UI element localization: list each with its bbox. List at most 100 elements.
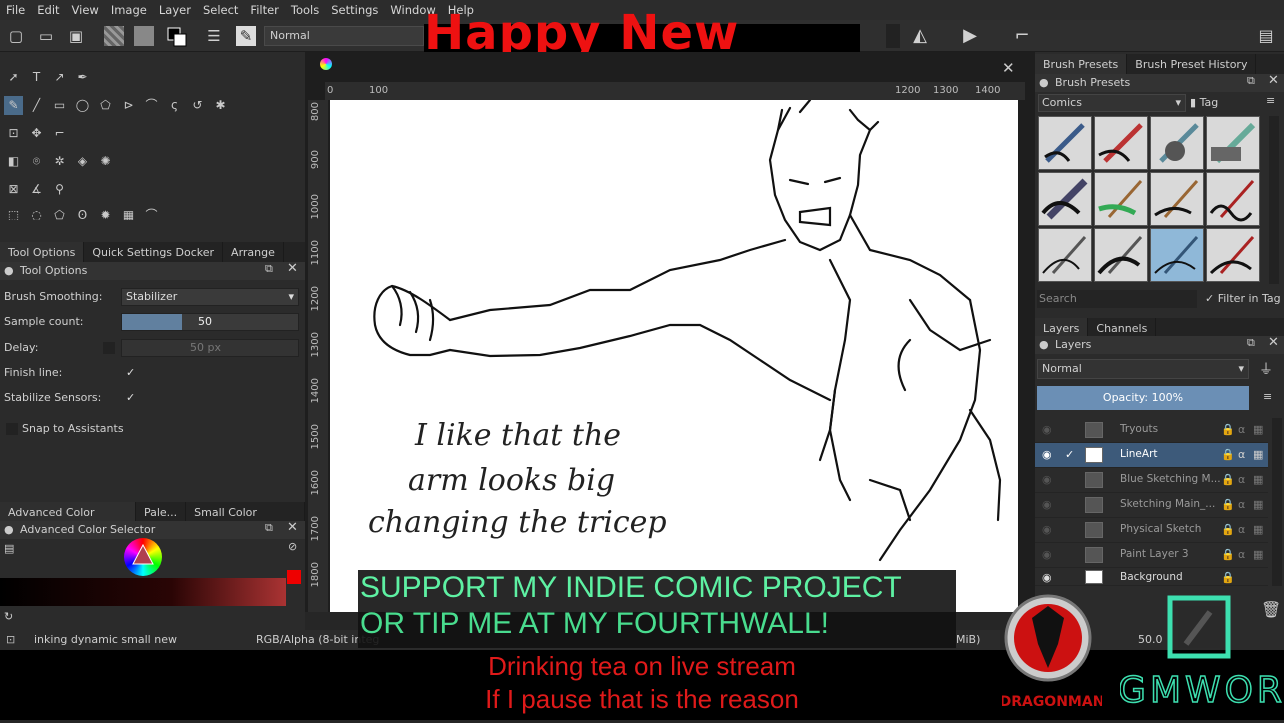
tab-advanced-color[interactable]: Advanced Color Selec... <box>0 502 136 532</box>
brush-search-input[interactable]: Search <box>1037 290 1197 308</box>
filter-icon[interactable]: ⏚ <box>1259 359 1273 379</box>
lock-icon[interactable]: 🔒 <box>1221 523 1235 536</box>
color-gradient-bar[interactable] <box>0 578 286 606</box>
poly-select-tool[interactable]: ⬠ <box>50 206 69 220</box>
sample-count-slider[interactable]: 50 <box>121 313 299 331</box>
toolbar-scroll[interactable] <box>886 24 900 48</box>
stabilize-sensors-checkbox[interactable]: ✓ <box>126 392 138 404</box>
finish-line-checkbox[interactable]: ✓ <box>126 367 138 379</box>
menu-settings[interactable]: Settings <box>331 3 378 17</box>
alpha-icon[interactable]: α <box>1238 448 1245 461</box>
color-wheel[interactable] <box>124 538 162 576</box>
outline-select-tool[interactable]: ʘ <box>73 206 92 220</box>
brush-preset-tile-selected[interactable] <box>1150 228 1204 282</box>
text-tool[interactable]: T <box>27 68 46 87</box>
alpha-icon[interactable]: α <box>1238 548 1245 561</box>
bezier-tool[interactable]: ⌒ <box>142 96 161 115</box>
brush-preset-tile[interactable] <box>1094 172 1148 226</box>
tab-brush-history[interactable]: Brush Preset History <box>1127 54 1257 74</box>
inherit-alpha-icon[interactable]: ▦ <box>1253 498 1263 511</box>
inherit-alpha-icon[interactable]: ▦ <box>1253 448 1263 461</box>
brush-preset-tile[interactable] <box>1038 228 1092 282</box>
freehand-brush-tool[interactable]: ✎ <box>4 96 23 115</box>
move-tool[interactable]: ✥ <box>27 124 46 143</box>
menu-file[interactable]: File <box>6 3 25 17</box>
layer-blend-select[interactable]: Normal ▾ <box>1037 359 1249 379</box>
mirror-horizontal-icon[interactable]: ◭ <box>910 26 930 46</box>
measure-tool[interactable]: ∡ <box>27 180 46 199</box>
tag-button[interactable]: ▮ Tag <box>1190 96 1218 109</box>
bezier-select-tool[interactable]: ⌒ <box>142 206 161 220</box>
color-float-icon[interactable]: ⧉ <box>265 521 273 535</box>
brush-preset-icon[interactable]: ✎ <box>236 26 256 46</box>
float-docker-icon[interactable]: ⧉ <box>265 262 273 276</box>
color-picker-tool[interactable]: ⌾ <box>27 152 46 171</box>
tab-arrange[interactable]: Arrange <box>223 242 284 262</box>
brush-presets-menu-icon[interactable]: ≡ <box>1266 94 1275 107</box>
eye-icon[interactable]: ◉ <box>1042 423 1052 436</box>
menu-layer[interactable]: Layer <box>159 3 191 17</box>
brush-smoothing-select[interactable]: Stabilizer ▾ <box>121 288 299 306</box>
brush-preset-tile[interactable] <box>1150 172 1204 226</box>
brush-preset-tile[interactable] <box>1206 228 1260 282</box>
polygon-tool[interactable]: ⬠ <box>96 96 115 115</box>
document-tab-icon[interactable] <box>320 58 332 70</box>
eye-icon[interactable]: ◉ <box>1042 548 1052 561</box>
gradient-tool[interactable]: ◧ <box>4 152 23 171</box>
lock-icon[interactable]: 🔒 <box>1221 498 1235 511</box>
layers-float-icon[interactable]: ⧉ <box>1247 336 1255 350</box>
close-docker-icon[interactable]: ✕ <box>287 261 298 276</box>
layer-opacity-slider[interactable]: Opacity: 100% <box>1037 386 1249 410</box>
brush-preset-tile[interactable] <box>1150 116 1204 170</box>
brush-preset-tile[interactable] <box>1206 116 1260 170</box>
brush-presets-scrollbar[interactable] <box>1269 116 1279 284</box>
tab-quick-settings[interactable]: Quick Settings Docker <box>84 242 224 262</box>
eye-icon[interactable]: ◉ <box>1042 523 1052 536</box>
brush-presets-close-icon[interactable]: ✕ <box>1268 73 1279 88</box>
layer-row[interactable]: ◉ Blue Sketching M... 🔒 α ▦ <box>1035 468 1268 493</box>
layer-row-active[interactable]: ◉ ✓ LineArt 🔒 α ▦ <box>1035 443 1268 468</box>
lock-icon[interactable]: 🔒 <box>1221 448 1235 461</box>
inherit-alpha-icon[interactable]: ▦ <box>1253 548 1263 561</box>
layer-row[interactable]: ◉ Background 🔒 <box>1035 568 1268 586</box>
reference-tool[interactable]: ⚲ <box>50 180 69 199</box>
tab-palette[interactable]: Pale... <box>136 502 187 522</box>
layers-scrollbar[interactable] <box>1272 418 1282 586</box>
alpha-icon[interactable]: α <box>1238 523 1245 536</box>
fg-bg-color-icon[interactable] <box>166 26 187 47</box>
edit-shapes-tool[interactable]: ↗ <box>50 68 69 87</box>
save-icon[interactable]: ▣ <box>66 26 86 46</box>
filter-in-tag-checkbox[interactable]: ✓ Filter in Tag <box>1205 292 1281 305</box>
options-collapse-icon[interactable]: ● <box>4 264 14 277</box>
snap-assistants-checkbox[interactable] <box>6 423 18 435</box>
color-collapse-icon[interactable]: ● <box>4 523 14 536</box>
eye-icon[interactable]: ◉ <box>1042 498 1052 511</box>
layer-row[interactable]: ◉ Sketching Main_... 🔒 α ▦ <box>1035 493 1268 518</box>
lock-icon[interactable]: 🔒 <box>1221 571 1235 584</box>
tab-tool-options[interactable]: Tool Options <box>0 242 85 262</box>
assistant-tool[interactable]: ⊠ <box>4 180 23 199</box>
inherit-alpha-icon[interactable]: ▦ <box>1253 473 1263 486</box>
alpha-icon[interactable]: α <box>1238 473 1245 486</box>
no-color-icon[interactable]: ⊘ <box>288 540 297 553</box>
menu-select[interactable]: Select <box>203 3 238 17</box>
layers-close-icon[interactable]: ✕ <box>1268 335 1279 350</box>
brush-preset-tile[interactable] <box>1038 116 1092 170</box>
current-color-swatch[interactable] <box>287 570 301 584</box>
menu-edit[interactable]: Edit <box>37 3 59 17</box>
crop-icon[interactable]: ⌐ <box>1012 26 1032 46</box>
layers-menu-icon[interactable]: ≡ <box>1263 390 1272 403</box>
multibrush-tool[interactable]: ✱ <box>211 96 230 115</box>
tab-small-color[interactable]: Small Color Selector <box>186 502 305 532</box>
tab-brush-presets[interactable]: Brush Presets <box>1035 54 1128 74</box>
layer-row[interactable]: ◉ Paint Layer 3 🔒 α ▦ <box>1035 543 1268 568</box>
brush-preset-tile[interactable] <box>1038 172 1092 226</box>
contiguous-select-tool[interactable]: ✹ <box>96 206 115 220</box>
workspace-icon[interactable]: ▤ <box>1256 26 1276 46</box>
alpha-icon[interactable]: α <box>1238 423 1245 436</box>
crop-tool[interactable]: ⌐ <box>50 124 69 143</box>
smart-patch-tool[interactable]: ✲ <box>50 152 69 171</box>
brush-preset-tile[interactable] <box>1094 116 1148 170</box>
eye-icon[interactable]: ◉ <box>1042 473 1052 486</box>
fill-tool[interactable]: ◈ <box>73 152 92 171</box>
